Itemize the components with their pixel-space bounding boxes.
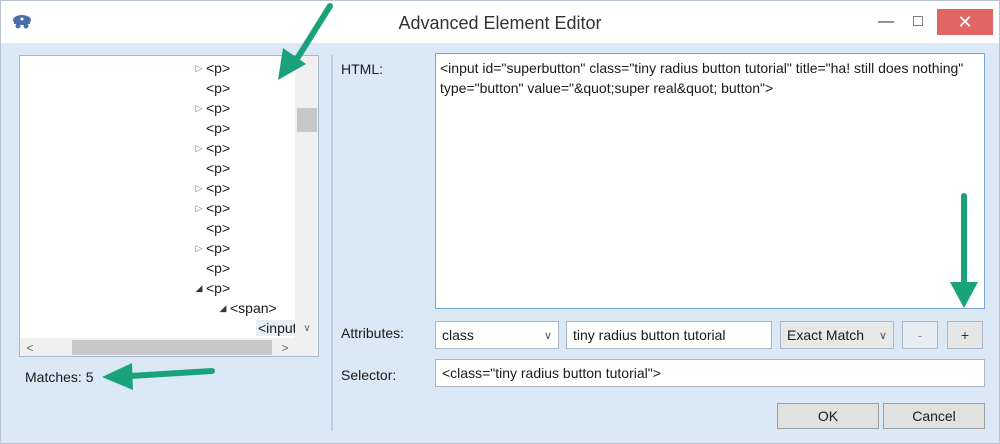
tree-node-label: <p> [206, 60, 231, 76]
attribute-value-input[interactable]: tiny radius button tutorial [566, 321, 772, 349]
collapsed-arrow-icon[interactable]: ▷ [192, 243, 206, 254]
horizontal-scrollbar[interactable]: < > [20, 338, 295, 356]
scroll-down-icon[interactable]: ∨ [295, 318, 318, 338]
tree-node-label: <p> [206, 100, 231, 116]
tree-node-label: <p> [206, 140, 231, 156]
html-editor[interactable]: <input id="superbutton" class="tiny radi… [435, 53, 985, 309]
chevron-down-icon: ∨ [543, 329, 552, 342]
tree-node[interactable]: <p> [192, 78, 230, 98]
add-attribute-button[interactable]: + [947, 321, 983, 349]
maximize-button[interactable]: □ [903, 9, 933, 35]
attribute-select[interactable]: class ∨ [435, 321, 559, 349]
horizontal-scroll-thumb[interactable] [72, 340, 272, 355]
remove-attribute-button[interactable]: - [902, 321, 938, 349]
window-title: Advanced Element Editor [398, 13, 602, 33]
tree-node[interactable]: <p> [192, 118, 230, 138]
dialog-content: ▷ <p> <p> ▷ <p> <p> ▷ <p> <p> ▷ <p> ▷ <p> <p> ▷ <p> <p> ◢… [1, 43, 999, 443]
title-bar: Advanced Element Editor — □ ✕ [1, 1, 999, 43]
tree-node[interactable]: <p> [192, 158, 230, 178]
vertical-scrollbar[interactable]: ∨ [295, 56, 318, 338]
collapsed-arrow-icon[interactable]: ▷ [192, 143, 206, 154]
tree-node-label: <p> [206, 280, 231, 296]
attributes-label: Attributes: [341, 325, 405, 341]
ok-button[interactable]: OK [777, 403, 879, 429]
tree-node[interactable]: <p> [192, 258, 230, 278]
close-button[interactable]: ✕ [937, 9, 993, 35]
matches-count: Matches: 5 [25, 369, 94, 385]
vertical-scroll-thumb[interactable] [297, 108, 317, 132]
scroll-corner [295, 338, 318, 356]
cancel-button[interactable]: Cancel [883, 403, 985, 429]
tree-node-label: <p> [206, 200, 231, 216]
tree-node[interactable]: ▷ <p> [192, 198, 231, 218]
tree-node-label: <p> [206, 80, 231, 96]
match-mode-select[interactable]: Exact Match ∨ [780, 321, 894, 349]
tree-node-label: <p> [206, 180, 231, 196]
expanded-arrow-icon[interactable]: ◢ [216, 303, 230, 314]
tree-node[interactable]: ▷ <p> [192, 58, 231, 78]
match-mode-value: Exact Match [787, 327, 865, 343]
panel-divider [331, 55, 333, 431]
chevron-down-icon: ∨ [878, 329, 887, 342]
element-tree[interactable]: ▷ <p> <p> ▷ <p> <p> ▷ <p> <p> ▷ <p> ▷ <p> <p> ▷ <p> <p> ◢… [19, 55, 319, 357]
tree-node[interactable]: ◢ <span> [216, 298, 277, 318]
collapsed-arrow-icon[interactable]: ▷ [192, 63, 206, 74]
tree-node[interactable]: ▷ <p> [192, 138, 231, 158]
selector-input[interactable]: <class="tiny radius button tutorial"> [435, 359, 985, 387]
tree-node[interactable]: <p> [192, 218, 230, 238]
tree-node[interactable]: ▷ <p> [192, 238, 231, 258]
selector-label: Selector: [341, 367, 397, 383]
collapsed-arrow-icon[interactable]: ▷ [192, 183, 206, 194]
tree-node-label: <span> [230, 300, 277, 316]
tree-node-label: <p> [206, 220, 231, 236]
tree-node[interactable]: ▷ <p> [192, 98, 231, 118]
tree-node-label: <p> [206, 260, 231, 276]
collapsed-arrow-icon[interactable]: ▷ [192, 103, 206, 114]
expanded-arrow-icon[interactable]: ◢ [192, 283, 206, 294]
tree-node-label: <p> [206, 120, 231, 136]
html-label: HTML: [341, 61, 383, 77]
tree-node[interactable]: ▷ <p> [192, 178, 231, 198]
tree-node-label: <p> [206, 240, 231, 256]
scroll-right-icon[interactable]: > [275, 338, 295, 356]
tree-node[interactable]: ◢ <p> [192, 278, 231, 298]
attribute-select-value: class [442, 327, 474, 343]
scroll-left-icon[interactable]: < [20, 338, 40, 356]
collapsed-arrow-icon[interactable]: ▷ [192, 203, 206, 214]
tree-node-label: <p> [206, 160, 231, 176]
minimize-button[interactable]: — [871, 9, 901, 35]
advanced-element-editor-window: Advanced Element Editor — □ ✕ ▷ <p> <p> ▷ <p… [0, 0, 1000, 444]
